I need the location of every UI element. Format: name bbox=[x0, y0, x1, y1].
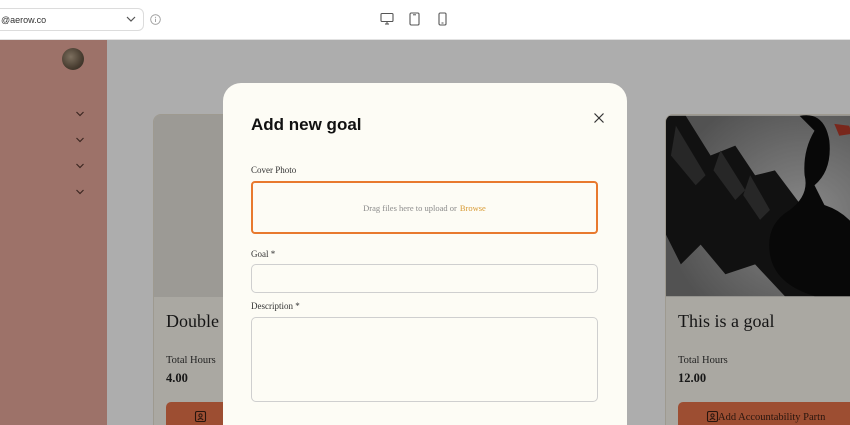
cover-photo-dropzone[interactable]: Drag files here to upload or Browse bbox=[251, 181, 598, 234]
modal-title: Add new goal bbox=[251, 115, 362, 134]
info-icon[interactable] bbox=[150, 14, 161, 25]
description-textarea[interactable] bbox=[251, 317, 598, 402]
chevron-down-icon bbox=[126, 16, 136, 22]
mobile-icon[interactable] bbox=[438, 12, 447, 26]
tablet-icon[interactable] bbox=[409, 12, 420, 26]
desktop-icon[interactable] bbox=[380, 12, 394, 25]
description-label: Description * bbox=[251, 301, 300, 311]
top-bar: @aerow.co bbox=[0, 0, 850, 40]
cover-photo-label: Cover Photo bbox=[251, 165, 297, 175]
dropzone-text: Drag files here to upload or bbox=[363, 202, 457, 213]
account-select-value: @aerow.co bbox=[1, 14, 47, 25]
account-select[interactable]: @aerow.co bbox=[0, 8, 144, 31]
close-icon[interactable] bbox=[593, 112, 605, 124]
goal-label: Goal * bbox=[251, 249, 276, 259]
goal-input[interactable] bbox=[251, 264, 598, 293]
browse-link[interactable]: Browse bbox=[460, 203, 486, 213]
add-goal-modal: Add new goal Cover Photo Drag files here… bbox=[223, 83, 627, 425]
